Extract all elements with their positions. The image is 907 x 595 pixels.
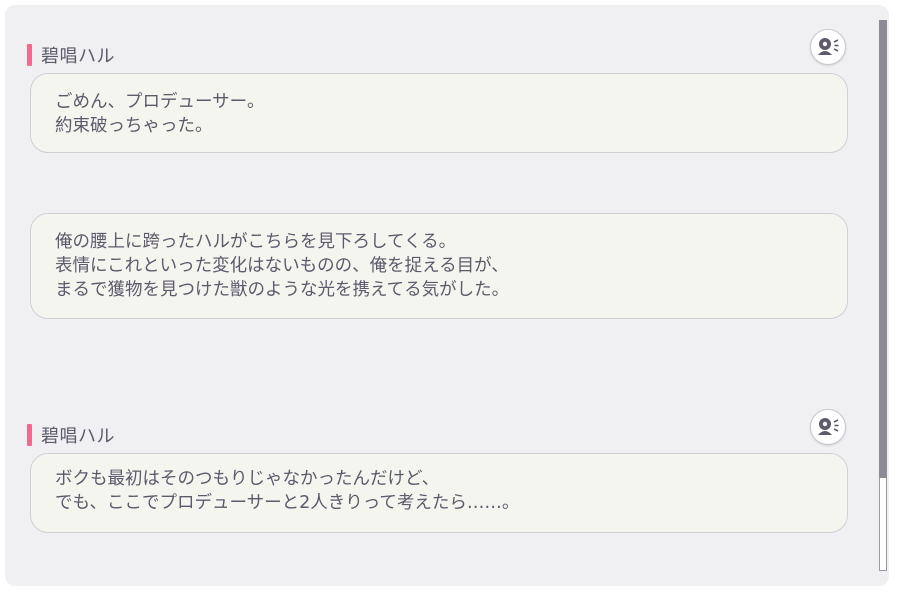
voice-play-icon bbox=[818, 38, 839, 55]
message-line: ごめん、プロデューサー。 bbox=[55, 92, 265, 112]
narration-bubble[interactable]: 俺の腰上に跨ったハルがこちらを見下ろしてくる。 表情にこれといった変化はないもの… bbox=[30, 213, 848, 319]
message-line: 俺の腰上に跨ったハルがこちらを見下ろしてくる。 bbox=[55, 232, 457, 252]
voice-replay-button[interactable] bbox=[810, 409, 846, 445]
message-bubble[interactable]: ボクも最初はそのつもりじゃなかったんだけど、 でも、ここでプロデューサーと2人き… bbox=[30, 453, 848, 533]
speaker-name: 碧唱ハル bbox=[41, 426, 115, 447]
message-bubble[interactable]: ごめん、プロデューサー。 約束破っちゃった。 bbox=[30, 73, 848, 153]
speaker-label: 碧唱ハル bbox=[27, 424, 115, 447]
speaker-accent-bar bbox=[27, 424, 32, 446]
speaker-accent-bar bbox=[27, 44, 32, 66]
speaker-name: 碧唱ハル bbox=[41, 46, 115, 67]
message-line: 約束破っちゃった。 bbox=[55, 116, 213, 136]
message-line: でも、ここでプロデューサーと2人きりって考えたら……。 bbox=[55, 493, 520, 513]
message-line: ボクも最初はそのつもりじゃなかったんだけど、 bbox=[55, 469, 440, 489]
scrollbar-thumb[interactable] bbox=[879, 20, 887, 478]
voice-replay-button[interactable] bbox=[810, 29, 846, 65]
message-line: 表情にこれといった変化はないものの、俺を捉える目が、 bbox=[55, 256, 509, 276]
voice-play-icon bbox=[818, 418, 839, 435]
message-line: まるで獲物を見つけた獣のような光を携えてる気がした。 bbox=[55, 280, 510, 300]
speaker-label: 碧唱ハル bbox=[27, 44, 115, 67]
